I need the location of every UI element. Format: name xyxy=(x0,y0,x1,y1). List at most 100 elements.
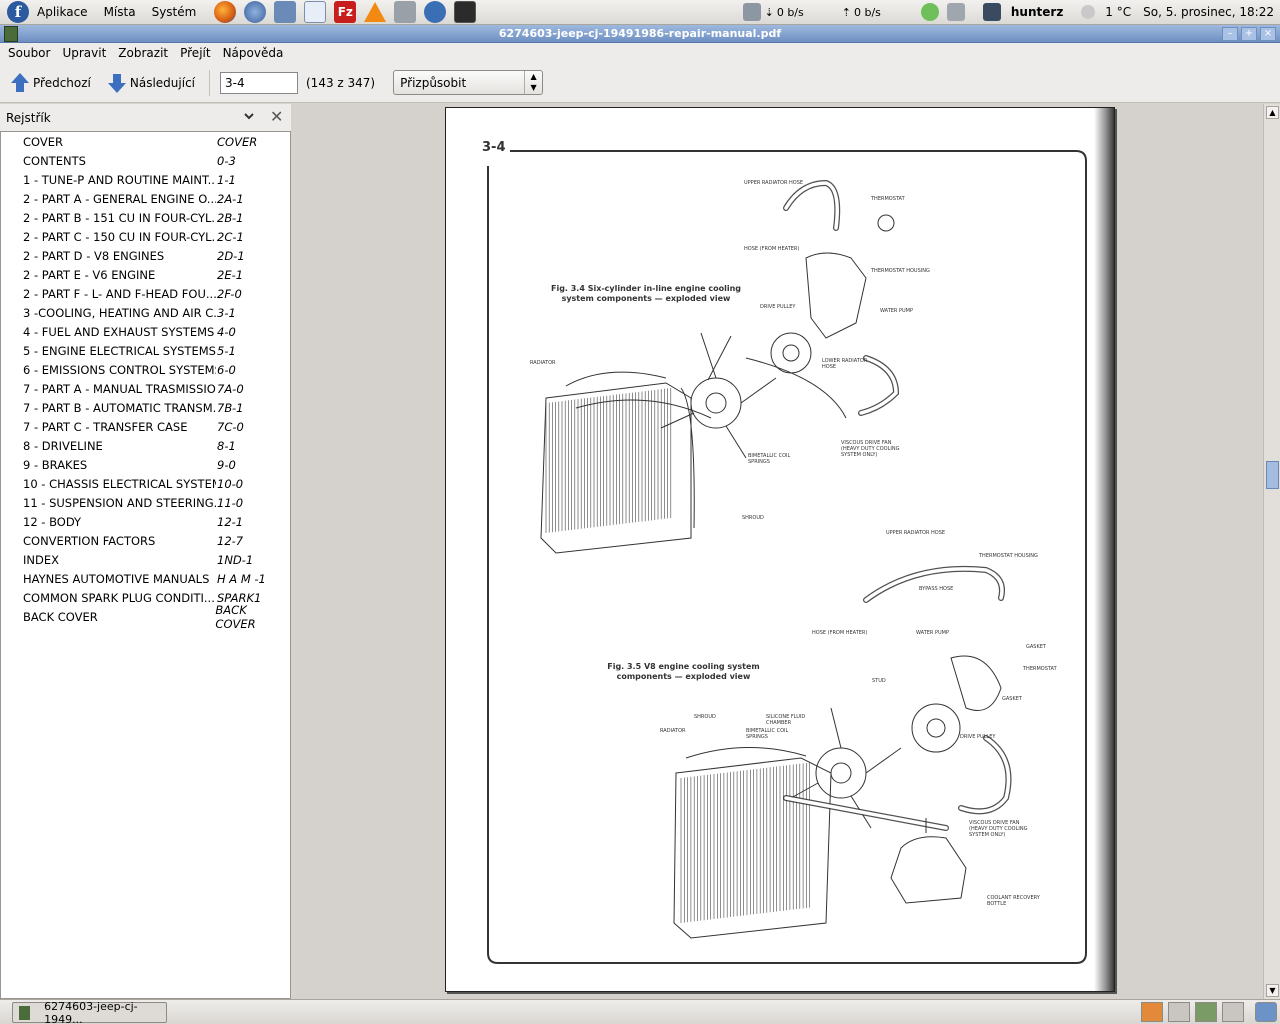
toc-item-label: 2 - PART E - V6 ENGINE xyxy=(23,267,156,282)
vertical-scrollbar[interactable]: ▲ ▼ xyxy=(1263,104,1280,999)
fedora-logo-icon[interactable]: f xyxy=(7,1,29,23)
toc-item[interactable]: CONVERTION FACTORS 12-7 xyxy=(1,531,290,550)
menu-help[interactable]: Nápověda xyxy=(219,46,288,60)
zoom-select[interactable]: Přizpůsobit ▲ ▼ xyxy=(393,70,544,95)
sidebar-header[interactable]: Rejstřík ✕ xyxy=(0,104,291,131)
toc-item-label: INDEX xyxy=(23,552,59,567)
toc-item-page: 5-1 xyxy=(217,343,236,358)
weather-temperature[interactable]: 1 °C xyxy=(1105,5,1131,19)
chevron-down-icon[interactable] xyxy=(243,110,255,122)
close-sidebar-icon[interactable]: ✕ xyxy=(270,108,283,126)
toc-item[interactable]: 7 - PART A - MANUAL TRASMISSION 7A-0 xyxy=(1,379,290,398)
window-titlebar[interactable]: 6274603-jeep-cj-19491986-repair-manual.p… xyxy=(0,25,1280,43)
toc-item[interactable]: 9 - BRAKES 9-0 xyxy=(1,455,290,474)
page-number-input[interactable] xyxy=(220,71,298,94)
trash-icon[interactable] xyxy=(1255,1002,1277,1022)
sidebar: Rejstřík ✕ COVER COVER CONTENTS 0-3 1 - TUNE… xyxy=(0,104,291,999)
minimize-icon[interactable]: – xyxy=(1222,27,1238,41)
toc-item[interactable]: 4 - FUEL AND EXHAUST SYSTEMS 4-0 xyxy=(1,322,290,341)
toc-item-label: CONVERTION FACTORS xyxy=(23,533,156,548)
firefox-launcher-icon[interactable] xyxy=(214,1,237,23)
toc-item[interactable]: 10 - CHASSIS ELECTRICAL SYSTEM 10-0 xyxy=(1,474,290,493)
toc-item[interactable]: COVER COVER xyxy=(1,132,290,151)
screenshot-launcher-icon[interactable] xyxy=(394,1,417,23)
toc-item[interactable]: 2 - PART F - L- AND F-HEAD FOU... 2F-0 xyxy=(1,284,290,303)
part-label: Viscous drive fan (heavy duty cooling sy… xyxy=(969,820,1028,838)
part-label: Upper radiator hose xyxy=(886,530,946,536)
menu-view[interactable]: Zobrazit xyxy=(114,46,172,60)
toc-item[interactable]: 2 - PART B - 151 CU IN FOUR-CYL... 2B-1 xyxy=(1,208,290,227)
volume-icon[interactable] xyxy=(946,3,965,21)
workspace-3-icon[interactable] xyxy=(1195,1002,1217,1022)
select-arrows-icon: ▲ ▼ xyxy=(524,71,542,94)
fig1-fan xyxy=(660,332,812,459)
close-window-icon[interactable]: × xyxy=(1260,27,1276,41)
menu-edit[interactable]: Upravit xyxy=(58,46,110,60)
toc-item[interactable]: 8 - DRIVELINE 8-1 xyxy=(1,436,290,455)
scroll-up-icon[interactable]: ▲ xyxy=(1266,106,1279,119)
toc-item-page: 9-0 xyxy=(217,457,236,472)
toc-item-page: 2E-1 xyxy=(217,267,244,282)
toc-item[interactable]: 2 - PART E - V6 ENGINE 2E-1 xyxy=(1,265,290,284)
weather-icon[interactable] xyxy=(1081,5,1096,19)
workspace-1-icon[interactable] xyxy=(1141,1002,1163,1022)
menu-go[interactable]: Přejít xyxy=(176,46,214,60)
scrollbar-thumb[interactable] xyxy=(1266,461,1279,489)
index-list[interactable]: COVER COVER CONTENTS 0-3 1 - TUNE-P AND ROUT… xyxy=(0,131,291,999)
net-down-value: 0 b/s xyxy=(776,5,804,19)
workspace-4-icon[interactable] xyxy=(1222,1002,1244,1022)
next-page-label: Následující xyxy=(129,75,195,90)
menu-system[interactable]: Systém xyxy=(144,0,205,25)
next-page-button[interactable]: Následující xyxy=(101,68,201,98)
toc-item[interactable]: 7 - PART B - AUTOMATIC TRANSM... 7B-1 xyxy=(1,398,290,417)
user-avatar-icon[interactable] xyxy=(982,3,1001,21)
toc-item[interactable]: 2 - PART C - 150 CU IN FOUR-CYL... 2C-1 xyxy=(1,227,290,246)
toc-item[interactable]: 3 -COOLING, HEATING AND AIR C... 3-1 xyxy=(1,303,290,322)
toc-item[interactable]: 2 - PART A - GENERAL ENGINE O... 2A-1 xyxy=(1,189,290,208)
previous-page-button[interactable]: Předchozí xyxy=(4,68,97,98)
toc-item[interactable]: HAYNES AUTOMOTIVE MANUALS H A M -1 xyxy=(1,569,290,588)
part-label: Hose (from heater) xyxy=(812,630,868,636)
terminal-launcher-icon[interactable] xyxy=(454,1,477,23)
toc-item-label: 7 - PART A - MANUAL TRASMISSION xyxy=(23,381,216,396)
toc-item[interactable]: 6 - EMISSIONS CONTROL SYSTEMS 6-0 xyxy=(1,360,290,379)
vlc-launcher-icon[interactable] xyxy=(364,2,387,22)
toc-item[interactable]: 5 - ENGINE ELECTRICAL SYSTEMS 5-1 xyxy=(1,341,290,360)
network-monitor-icon[interactable] xyxy=(742,3,761,21)
clock[interactable]: So, 5. prosinec, 18:22 xyxy=(1143,5,1274,19)
toc-item[interactable]: 11 - SUSPENSION AND STEERING... 11-0 xyxy=(1,493,290,512)
workspace-2-icon[interactable] xyxy=(1168,1002,1190,1022)
username[interactable]: hunterz xyxy=(1011,5,1063,19)
toc-item[interactable]: INDEX 1ND-1 xyxy=(1,550,290,569)
file-manager-launcher-icon[interactable] xyxy=(274,1,297,23)
toc-item-page: 2B-1 xyxy=(217,210,244,225)
toc-item-label: 9 - BRAKES xyxy=(23,457,88,472)
update-notifier-icon[interactable] xyxy=(920,3,939,21)
menu-applications[interactable]: Aplikace xyxy=(29,0,96,25)
text-editor-launcher-icon[interactable] xyxy=(304,1,327,23)
toc-item[interactable]: 7 - PART C - TRANSFER CASE 7C-0 xyxy=(1,417,290,436)
menu-file[interactable]: Soubor xyxy=(4,46,54,60)
part-label: Drive pulley xyxy=(960,734,996,740)
toc-item-label: 7 - PART B - AUTOMATIC TRANSM... xyxy=(23,400,216,415)
toc-item[interactable]: 2 - PART D - V8 ENGINES 2D-1 xyxy=(1,246,290,265)
toc-item[interactable]: CONTENTS 0-3 xyxy=(1,151,290,170)
sidebar-title[interactable]: Rejstřík xyxy=(6,111,51,125)
filezilla-launcher-icon[interactable]: Fz xyxy=(334,1,357,23)
toc-item[interactable]: 1 - TUNE-P AND ROUTINE MAINT... 1-1 xyxy=(1,170,290,189)
thunderbird-launcher-icon[interactable] xyxy=(244,1,267,23)
network-launcher-icon[interactable] xyxy=(424,1,447,23)
menu-places[interactable]: Místa xyxy=(96,0,144,25)
document-view[interactable]: 3-4 Fig. 3.4 Six-cylinder in-line engine… xyxy=(297,104,1263,999)
taskbar-window-button[interactable]: 6274603-jeep-cj-1949... xyxy=(12,1000,167,1024)
toc-item-label: 11 - SUSPENSION AND STEERING... xyxy=(23,495,216,510)
toc-item[interactable]: 12 - BODY 12-1 xyxy=(1,512,290,531)
page-count: (143 z 347) xyxy=(306,75,376,90)
toc-item[interactable]: BACK COVER BACK COVER xyxy=(1,603,290,631)
zoom-value: Přizpůsobit xyxy=(400,75,467,90)
toc-item-page: 8-1 xyxy=(217,438,236,453)
scroll-down-icon[interactable]: ▼ xyxy=(1266,984,1279,997)
toc-item-page: H A M -1 xyxy=(217,571,266,586)
maximize-icon[interactable]: + xyxy=(1241,27,1257,41)
part-label: Radiator xyxy=(660,728,686,734)
